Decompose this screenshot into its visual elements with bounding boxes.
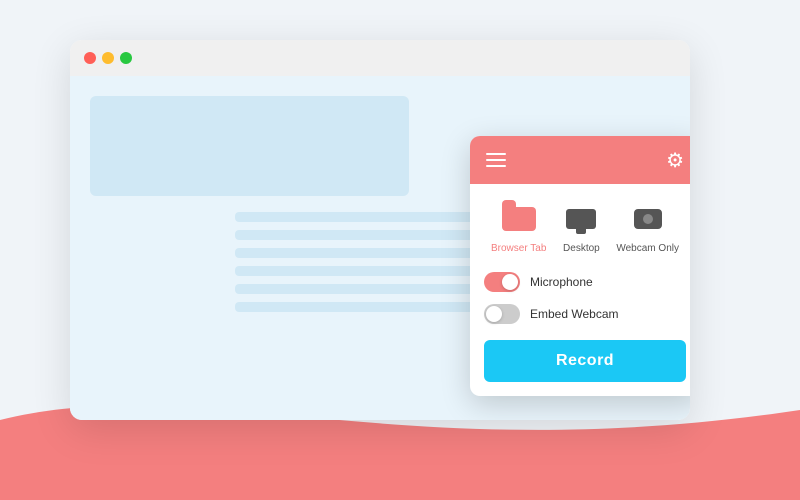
webcam-icon-wrap — [627, 200, 669, 238]
dot-green — [120, 52, 132, 64]
browser-tab-icon-wrap — [498, 200, 540, 238]
source-option-webcam[interactable]: Webcam Only — [616, 200, 679, 254]
webcam-icon — [634, 209, 662, 229]
folder-body — [502, 207, 536, 231]
dot-yellow — [102, 52, 114, 64]
embed-webcam-label: Embed Webcam — [530, 307, 618, 321]
folder-icon — [502, 207, 536, 231]
browser-content: ⚙ Browser Tab — [70, 76, 690, 420]
toggle-knob — [486, 306, 502, 322]
content-placeholder-top — [90, 96, 409, 196]
folder-tab — [502, 200, 516, 208]
browser-titlebar — [70, 40, 690, 76]
dot-red — [84, 52, 96, 64]
cam-lens — [643, 214, 653, 224]
browser-tab-label: Browser Tab — [491, 243, 546, 254]
desktop-label: Desktop — [563, 243, 600, 254]
record-button[interactable]: Record — [484, 340, 686, 382]
hamburger-icon[interactable] — [486, 153, 506, 167]
source-option-desktop[interactable]: Desktop — [560, 200, 602, 254]
gear-icon[interactable]: ⚙ — [666, 148, 684, 173]
microphone-toggle[interactable] — [484, 272, 520, 292]
browser-window: ⚙ Browser Tab — [70, 40, 690, 420]
toggle-knob — [502, 274, 518, 290]
popup-header: ⚙ — [470, 136, 690, 184]
source-options: Browser Tab Desktop — [484, 200, 686, 254]
desktop-icon-wrap — [560, 200, 602, 238]
embed-webcam-toggle[interactable] — [484, 304, 520, 324]
webcam-label: Webcam Only — [616, 243, 679, 254]
desktop-icon — [566, 209, 596, 229]
popup-panel: ⚙ Browser Tab — [470, 136, 690, 396]
microphone-toggle-row: Microphone — [484, 272, 686, 292]
popup-body: Browser Tab Desktop — [470, 184, 690, 396]
embed-webcam-toggle-row: Embed Webcam — [484, 304, 686, 324]
monitor — [566, 209, 596, 229]
microphone-label: Microphone — [530, 275, 593, 289]
source-option-browser-tab[interactable]: Browser Tab — [491, 200, 546, 254]
